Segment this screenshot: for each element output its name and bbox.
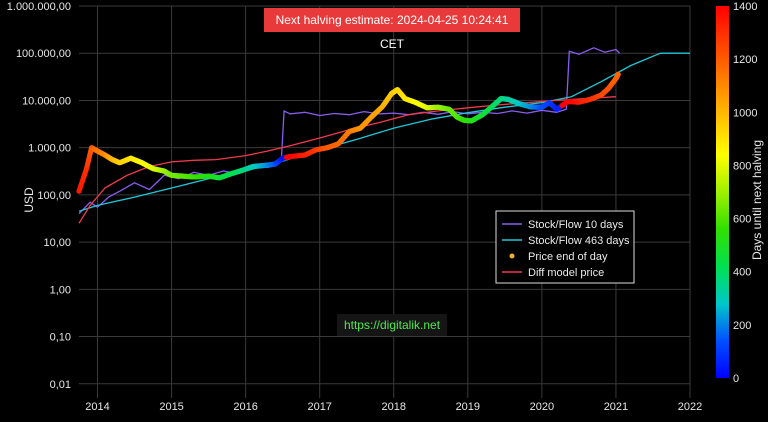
halving-estimate-banner: Next halving estimate: 2024-04-25 10:24:… xyxy=(264,8,520,51)
y-tick-label: 10.000,00 xyxy=(22,95,71,107)
x-tick-label: 2016 xyxy=(233,401,257,413)
y-tick-label: 100.000,00 xyxy=(16,48,71,60)
y-tick-label: 1.000.000,00 xyxy=(7,1,71,13)
x-tick-label: 2021 xyxy=(604,401,628,413)
stock-to-flow-chart: 0,01 0,10 1,00 10,00 100,00 1.000,00 10.000,00… xyxy=(7,1,764,413)
y-tick-label: 1.000,00 xyxy=(28,143,71,155)
colorbar-tick-label: 800 xyxy=(733,160,751,172)
legend-label: Stock/Flow 10 days xyxy=(528,219,624,231)
x-tick-label: 2018 xyxy=(382,401,406,413)
colorbar-tick-label: 1200 xyxy=(733,54,757,66)
y-tick-label: 0,01 xyxy=(50,379,71,391)
legend: Stock/Flow 10 days Stock/Flow 463 days P… xyxy=(495,210,635,284)
legend-label: Price end of day xyxy=(528,251,608,263)
legend-label: Stock/Flow 463 days xyxy=(528,235,630,247)
series-line-stock-flow-463-days xyxy=(78,52,690,212)
x-tick-label: 2019 xyxy=(456,401,480,413)
colorbar-title: Days until next halving xyxy=(750,140,764,260)
y-tick-label: 0,10 xyxy=(50,332,71,344)
y-axis-title: USD xyxy=(22,187,36,213)
y-axis: 0,01 0,10 1,00 10,00 100,00 1.000,00 10.000,00… xyxy=(7,1,71,391)
colorbar: 0 200 400 600 800 1000 1200 1400 Days until nex… xyxy=(716,1,764,385)
x-tick-label: 2015 xyxy=(159,401,183,413)
colorbar-tick-label: 200 xyxy=(733,320,751,332)
price-point xyxy=(615,71,621,77)
x-axis: 2014 2015 2016 2017 2018 2019 2020 2021 2022 xyxy=(85,401,702,413)
series-line-diff-model-price xyxy=(78,96,616,224)
grid-lines xyxy=(79,5,691,398)
legend-label: Diff model price xyxy=(528,267,604,279)
colorbar-tick-label: 400 xyxy=(733,267,751,279)
y-tick-label: 10,00 xyxy=(43,237,71,249)
source-watermark[interactable]: https://digitalik.net xyxy=(337,314,447,336)
x-tick-label: 2017 xyxy=(307,401,331,413)
colorbar-tick-label: 1400 xyxy=(733,1,757,13)
x-tick-label: 2022 xyxy=(678,401,702,413)
colorbar-tick-label: 1000 xyxy=(733,107,757,119)
y-tick-label: 100,00 xyxy=(37,190,71,202)
series-layer xyxy=(76,47,690,224)
colorbar-tick-label: 0 xyxy=(733,373,739,385)
x-tick-label: 2020 xyxy=(530,401,554,413)
colorbar-gradient xyxy=(716,6,729,378)
y-tick-label: 1,00 xyxy=(50,284,71,296)
legend-swatch-dot xyxy=(509,253,515,259)
x-tick-label: 2014 xyxy=(85,401,109,413)
colorbar-tick-label: 600 xyxy=(733,214,751,226)
